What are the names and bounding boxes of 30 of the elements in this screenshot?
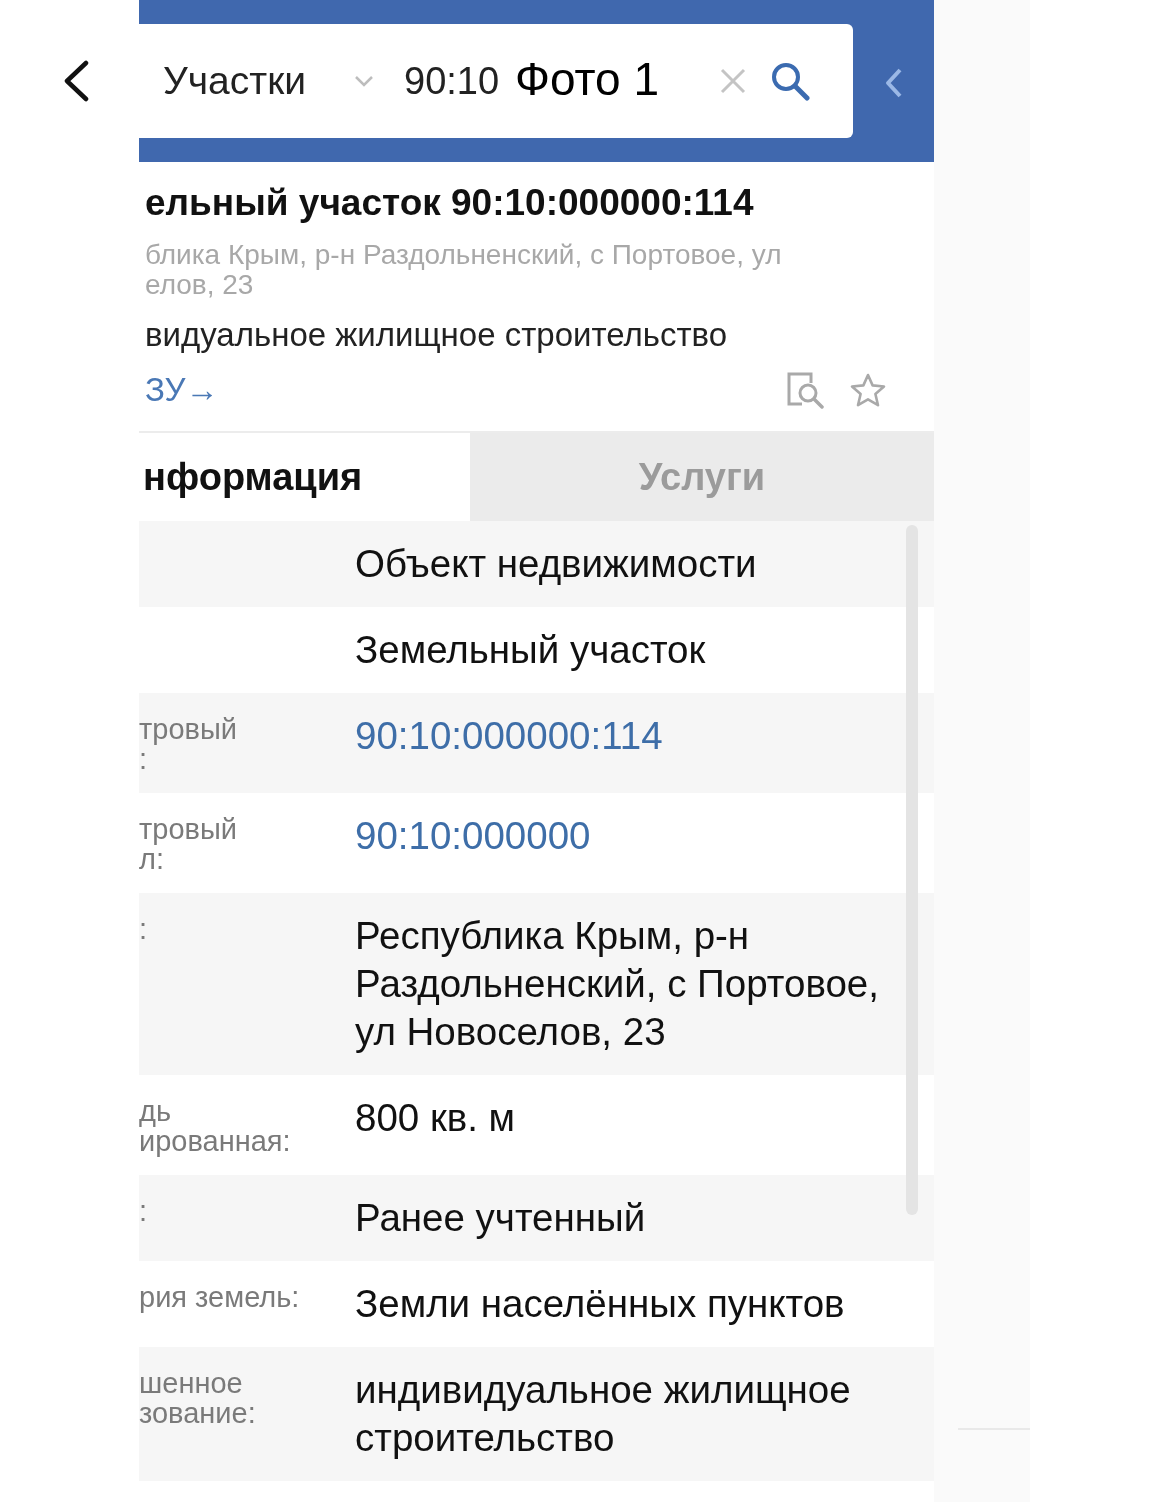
field-label: дь ированная: bbox=[139, 1094, 292, 1156]
chevron-left-icon[interactable] bbox=[884, 68, 903, 98]
caret-icon bbox=[354, 75, 374, 87]
star-icon[interactable] bbox=[850, 373, 886, 407]
field-value: индивидуальное жилищное строительство bbox=[355, 1367, 852, 1461]
field-value: Земли населённых пунктов bbox=[355, 1281, 846, 1327]
object-address: блика Крым, р-н Раздольненский, с Портовое, ул елов, 23 bbox=[145, 240, 783, 300]
close-icon[interactable] bbox=[720, 68, 746, 94]
field-value: Ранее учтенный bbox=[355, 1195, 647, 1241]
field-label: рия земель: bbox=[139, 1280, 301, 1312]
cadastral-link[interactable]: 90:10:000000 bbox=[355, 812, 934, 860]
cadastral-link[interactable]: 90:10:000000:114 bbox=[355, 712, 934, 760]
back-icon[interactable] bbox=[62, 60, 90, 102]
field-label: тровый л: bbox=[139, 812, 238, 874]
field-value: Объект недвижимости bbox=[355, 541, 758, 587]
field-label: : bbox=[139, 912, 149, 944]
search-icon[interactable] bbox=[770, 61, 810, 101]
category-dropdown[interactable]: Участки bbox=[163, 59, 374, 103]
field-value: Республика Крым, р-н Раздольненский, с Портовое, ул Новоселов, 23 bbox=[355, 913, 880, 1055]
field-value: Земельный участок bbox=[355, 627, 707, 673]
object-title: ельный участок 90:10:000000:114 bbox=[145, 182, 755, 224]
viewer-title: Фото 1 bbox=[515, 52, 659, 106]
field-value: 800 кв. м bbox=[355, 1095, 517, 1141]
field-label: : bbox=[139, 1194, 149, 1226]
object-purpose: видуальное жилищное строительство bbox=[145, 315, 729, 355]
field-label: тровый : bbox=[139, 712, 238, 774]
object-link[interactable]: ЗУ→ bbox=[145, 367, 219, 413]
search-input[interactable]: 90:10 bbox=[404, 59, 500, 103]
field-label: шенное зование: bbox=[139, 1366, 257, 1428]
document-search-icon[interactable] bbox=[786, 371, 824, 409]
